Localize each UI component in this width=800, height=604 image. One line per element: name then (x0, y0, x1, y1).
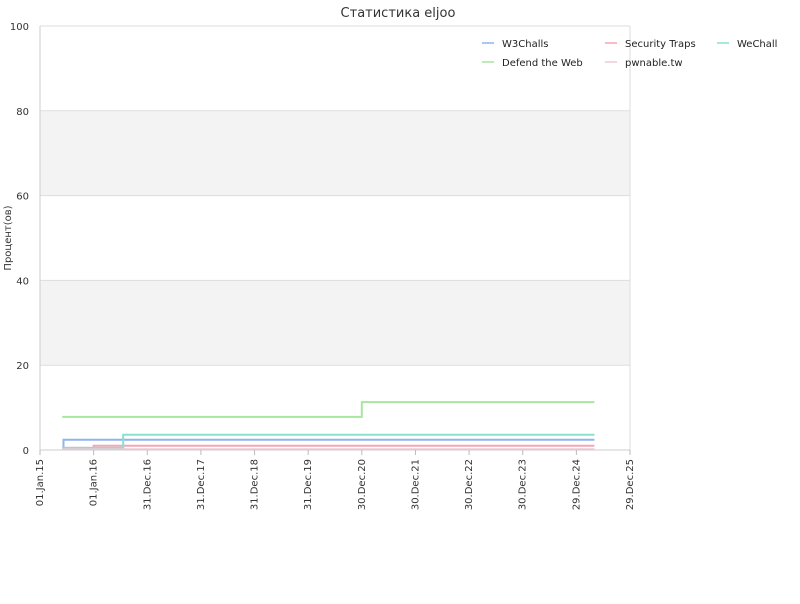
y-tick-label: 40 (16, 276, 29, 287)
y-tick-label: 60 (16, 192, 29, 203)
x-tick-label: 29.Dec.25 (625, 459, 636, 510)
series-line (62, 401, 595, 418)
x-tick-label: 30.Dec.23 (518, 459, 529, 510)
x-tick-label: 31.Dec.18 (250, 459, 261, 510)
x-tick-label: 31.Dec.19 (303, 459, 314, 510)
x-tick-label: 01.Jan.15 (35, 459, 46, 506)
legend-label: W3Challs (502, 39, 548, 50)
x-tick-label: 31.Dec.17 (196, 459, 207, 510)
series-line (62, 438, 595, 450)
y-tick-label: 80 (16, 107, 29, 118)
legend-label: pwnable.tw (625, 58, 683, 69)
x-tick-label: 30.Dec.21 (410, 459, 421, 510)
chart-title: Статистика eljoo (341, 6, 456, 21)
legend-label: Defend the Web (502, 58, 583, 69)
grid-lines (40, 25, 630, 451)
x-tick-label: 29.Dec.24 (571, 459, 582, 510)
plot-band (40, 280, 630, 366)
series-lines (62, 401, 595, 451)
legend-label: Security Traps (625, 39, 696, 50)
y-tick-label: 0 (23, 446, 29, 457)
x-tick-label: 30.Dec.20 (357, 459, 368, 510)
x-tick-label: 30.Dec.22 (464, 459, 475, 510)
legend-label: WeChall (737, 39, 777, 50)
plot-band (40, 110, 630, 196)
series-line (62, 444, 595, 449)
x-tick-label: 01.Jan.16 (89, 459, 100, 506)
x-tick-label: 31.Dec.16 (142, 459, 153, 510)
y-tick-label: 20 (16, 361, 29, 372)
plot-bands (40, 110, 630, 366)
chart: Статистика eljoo Процент(ов) 0 20 40 60 80 10… (3, 6, 777, 510)
y-axis-label: Процент(ов) (3, 205, 14, 270)
x-tick-labels: 01.Jan.15 01.Jan.16 31.Dec.16 31.Dec.17 31.D… (35, 459, 636, 510)
y-tick-label: 100 (10, 22, 29, 33)
axes (39, 26, 631, 455)
